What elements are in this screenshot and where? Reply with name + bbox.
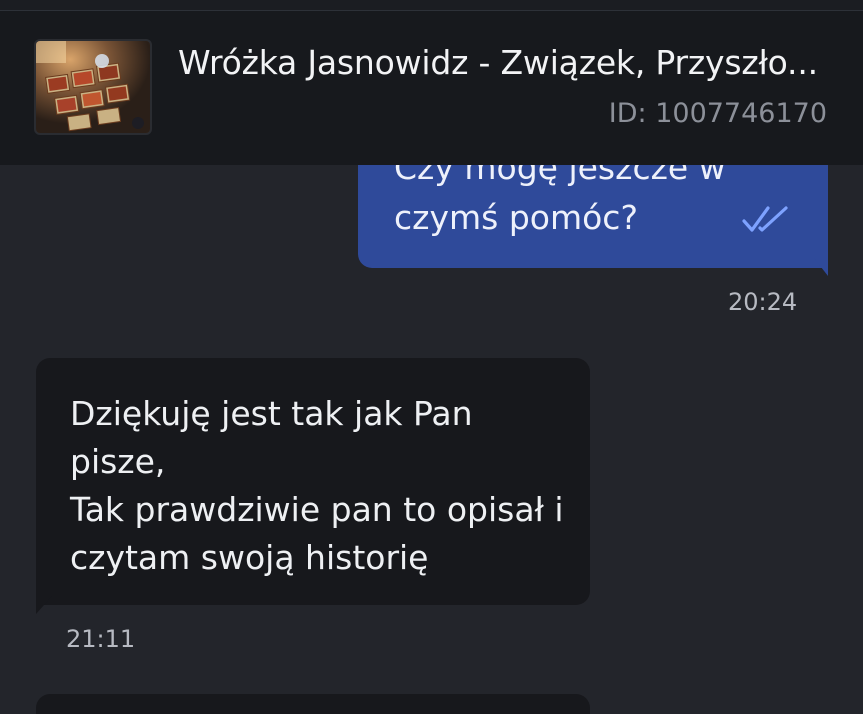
- avatar[interactable]: [36, 41, 150, 133]
- message-timestamp: 21:11: [66, 625, 136, 653]
- message-timestamp: 20:24: [728, 288, 798, 316]
- chat-header[interactable]: Wróżka Jasnowidz - Związek, Przyszło... …: [0, 11, 863, 165]
- message-line: czymś pomóc?: [394, 198, 638, 237]
- double-check-icon: [742, 206, 788, 232]
- chat-id-label: ID: 1007746170: [608, 98, 827, 129]
- message-line: Dziękuję jest tak jak Pan: [70, 394, 473, 433]
- message-line: Tak prawdziwie pan to opisał i: [70, 490, 564, 529]
- message-line: pisze,: [70, 442, 166, 481]
- message-line: czytam swoją historię: [70, 538, 429, 577]
- incoming-message-bubble[interactable]: [36, 694, 590, 714]
- message-text: Dziękuję jest tak jak Pan pisze, Tak pra…: [70, 390, 570, 582]
- chat-title[interactable]: Wróżka Jasnowidz - Związek, Przyszło...: [178, 43, 828, 82]
- tarot-cards-image: [36, 41, 150, 133]
